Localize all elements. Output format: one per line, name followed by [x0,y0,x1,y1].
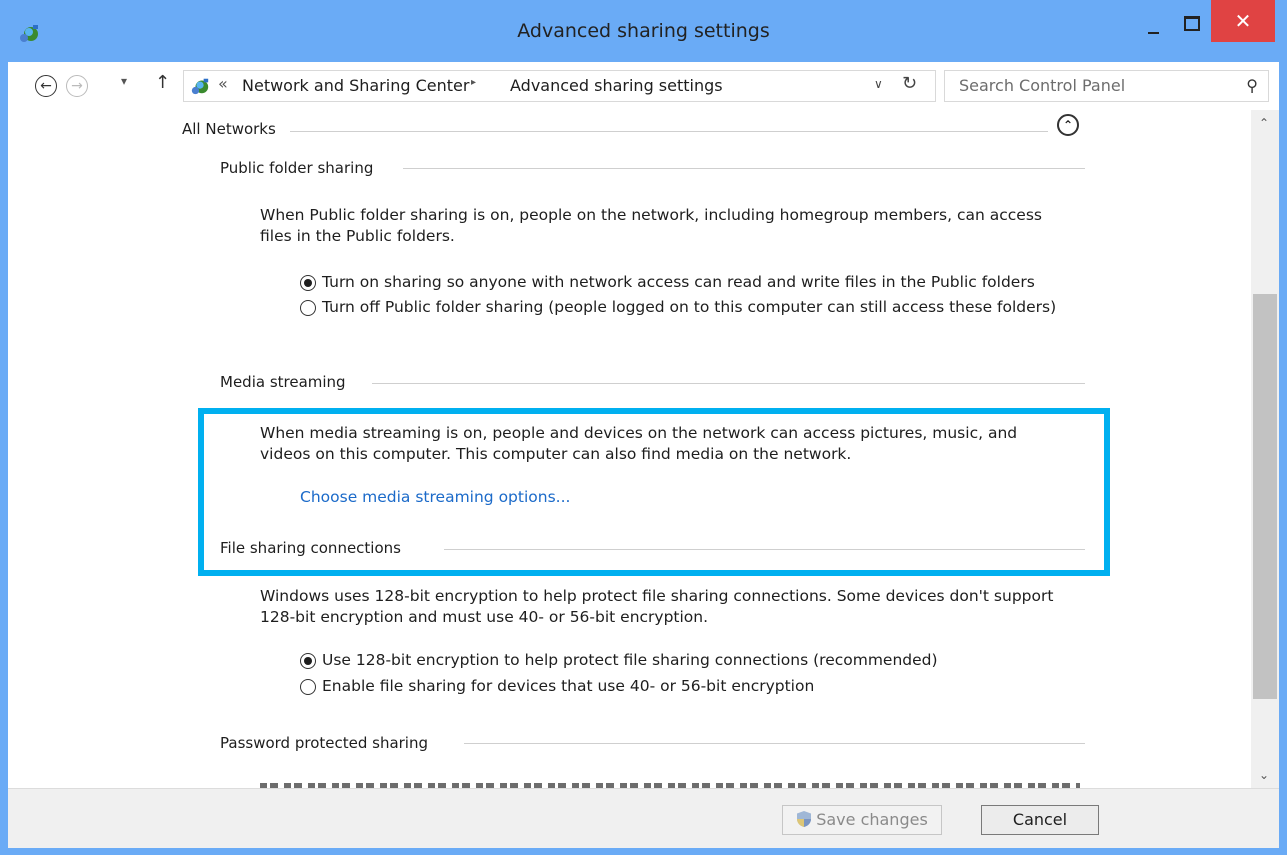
close-button[interactable]: ✕ [1211,0,1275,42]
back-button[interactable]: ← [35,75,57,97]
scroll-up-icon[interactable]: ⌃ [1259,116,1269,130]
breadcrumb-advanced-sharing-settings[interactable]: Advanced sharing settings [510,76,723,95]
radio-button[interactable] [300,300,316,316]
window: Advanced sharing settings ✕ ← → ▾ ↑ « Ne… [0,0,1287,855]
radio-label[interactable]: Use 128-bit encryption to help protect f… [322,650,1102,671]
address-dropdown-icon[interactable]: ∨ [874,77,883,91]
breadcrumb-separator-icon[interactable]: ▸ [471,77,476,88]
public-folder-heading: Public folder sharing [220,159,374,177]
scroll-thumb[interactable] [1253,294,1277,699]
breadcrumb-network-and-sharing-center[interactable]: Network and Sharing Center [242,76,469,95]
cancel-button[interactable]: Cancel [981,805,1099,835]
vertical-scrollbar[interactable]: ⌃ ⌄ [1251,110,1279,788]
maximize-button[interactable] [1172,8,1210,40]
settings-content: All Networks ⌃ Public folder sharing Whe… [8,110,1251,788]
title-bar[interactable]: Advanced sharing settings ✕ [0,0,1287,62]
search-placeholder[interactable]: Search Control Panel [959,76,1125,95]
refresh-icon[interactable]: ↻ [902,73,917,94]
forward-button[interactable]: → [66,75,88,97]
radio-button[interactable] [300,679,316,695]
scroll-down-icon[interactable]: ⌄ [1259,768,1269,782]
divider [444,549,1085,550]
minimize-button[interactable] [1133,8,1171,40]
save-changes-button[interactable]: Save changes [782,805,942,835]
radio-button[interactable] [300,653,316,669]
uac-shield-icon [797,811,812,827]
media-streaming-heading: Media streaming [220,373,346,391]
overflow-chevron-icon[interactable]: « [218,74,228,93]
media-streaming-description: When media streaming is on, people and d… [260,424,1018,463]
file-sharing-description: Windows uses 128-bit encryption to help … [260,587,1054,626]
radio-button[interactable] [300,275,316,291]
password-sharing-heading: Password protected sharing [220,734,429,752]
save-changes-label[interactable]: Save changes [816,810,928,829]
client-area: ← → ▾ ↑ « Network and Sharing Center ▸ A… [8,62,1279,848]
window-title: Advanced sharing settings [517,20,770,42]
network-icon [191,78,209,95]
divider [372,383,1085,384]
all-networks-heading: All Networks [182,120,276,138]
file-sharing-heading: File sharing connections [220,539,401,557]
up-button[interactable]: ↑ [155,72,170,93]
search-box[interactable]: Search Control Panel ⚲ [944,70,1269,102]
media-streaming-options-link[interactable]: Choose media streaming options... [300,488,570,506]
divider [290,131,1048,132]
radio-label[interactable]: Turn on sharing so anyone with network a… [322,272,1102,293]
radio-label[interactable]: Enable file sharing for devices that use… [322,676,1102,697]
recent-locations-button[interactable]: ▾ [121,74,127,88]
public-folder-description: When Public folder sharing is on, people… [260,206,1042,245]
divider [464,743,1085,744]
navigation-bar: ← → ▾ ↑ « Network and Sharing Center ▸ A… [8,62,1279,110]
collapse-icon[interactable]: ⌃ [1057,114,1079,136]
address-bar[interactable]: « Network and Sharing Center ▸ Advanced … [183,70,936,102]
radio-label[interactable]: Turn off Public folder sharing (people l… [322,297,1062,318]
footer-bar: Save changes Cancel [8,788,1279,848]
divider [403,168,1085,169]
search-icon[interactable]: ⚲ [1246,76,1258,95]
